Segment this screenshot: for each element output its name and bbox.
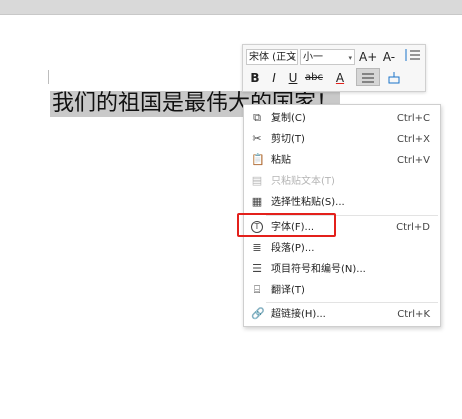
shrink-font-button[interactable]: A- [380,48,398,66]
chevron-down-icon: ▾ [291,54,295,62]
menu-item-label: 项目符号和编号(N)... [271,264,366,275]
menu-item-label: 剪切(T) [271,134,305,145]
menu-item-label: 只粘贴文本(T) [271,176,335,187]
paste-text-icon: ▤ [251,174,263,187]
menu-item-label: 粘贴 [271,155,291,166]
menu-item-shortcut: Ctrl+C [396,113,430,124]
menu-item-paste-text-only: ▤ 只粘贴文本(T) [244,171,440,192]
menu-item-cut[interactable]: ✂ 剪切(T) Ctrl+X [244,129,440,150]
underline-button[interactable]: U [284,69,302,87]
shrink-font-icon: A- [382,50,396,64]
menu-item-label: 翻译(T) [271,285,305,296]
bold-button[interactable]: B [246,69,264,87]
menu-item-copy[interactable]: ⧉ 复制(C) Ctrl+C [244,108,440,129]
line-spacing-icon [405,49,420,61]
mini-toolbar: 宋体 (正文 ▾ 小一 ▾ A+ A- B I U abc A [242,44,426,92]
paste-icon: 📋 [251,153,265,166]
menu-item-shortcut: Ctrl+K [397,309,430,320]
paste-special-icon: ▦ [251,195,263,208]
align-icon [362,73,374,83]
link-icon: 🔗 [251,307,265,320]
menu-item-hyperlink[interactable]: 🔗 超链接(H)... Ctrl+K [244,304,440,325]
font-size-select[interactable]: 小一 ▾ [300,49,355,65]
menu-item-label: 超链接(H)... [271,309,326,320]
font-name-select[interactable]: 宋体 (正文 ▾ [246,49,298,65]
format-painter-icon [388,72,400,84]
menu-item-paragraph[interactable]: ≣ 段落(P)... [244,238,440,259]
list-icon: ☰ [252,262,262,275]
chevron-down-icon: ▾ [348,54,352,62]
menu-item-label: 选择性粘贴(S)... [271,197,345,208]
italic-button[interactable]: I [265,69,283,87]
line-spacing-button[interactable] [401,48,423,66]
menu-item-paste[interactable]: 📋 粘贴 Ctrl+V [244,150,440,171]
grow-font-icon: A+ [359,50,378,64]
translate-icon: ⌸ [253,283,261,296]
strikethrough-button[interactable]: abc [303,69,325,87]
menu-item-translate[interactable]: ⌸ 翻译(T) [244,280,440,301]
font-name-value: 宋体 (正文 [249,52,297,63]
menu-item-shortcut: Ctrl+X [396,134,430,145]
menu-item-paste-special[interactable]: ▦ 选择性粘贴(S)... [244,192,440,213]
menu-item-label: 段落(P)... [271,243,315,254]
align-button[interactable] [356,68,380,86]
menu-separator [266,302,438,303]
menu-item-shortcut: Ctrl+D [396,222,430,233]
menu-item-label: 复制(C) [271,113,306,124]
font-size-value: 小一 [303,52,323,63]
font-color-button[interactable]: A [331,69,349,87]
menu-item-shortcut: Ctrl+V [396,155,430,166]
window-top-bar [0,0,462,15]
paragraph-icon: ≣ [252,241,262,254]
annotation-highlight-box [237,213,336,237]
scissors-icon: ✂ [252,132,262,145]
grow-font-button[interactable]: A+ [359,48,377,66]
copy-icon: ⧉ [253,111,261,124]
page-margin-marker [48,70,49,84]
menu-item-bullets-numbering[interactable]: ☰ 项目符号和编号(N)... [244,259,440,280]
format-painter-button[interactable] [385,69,403,87]
